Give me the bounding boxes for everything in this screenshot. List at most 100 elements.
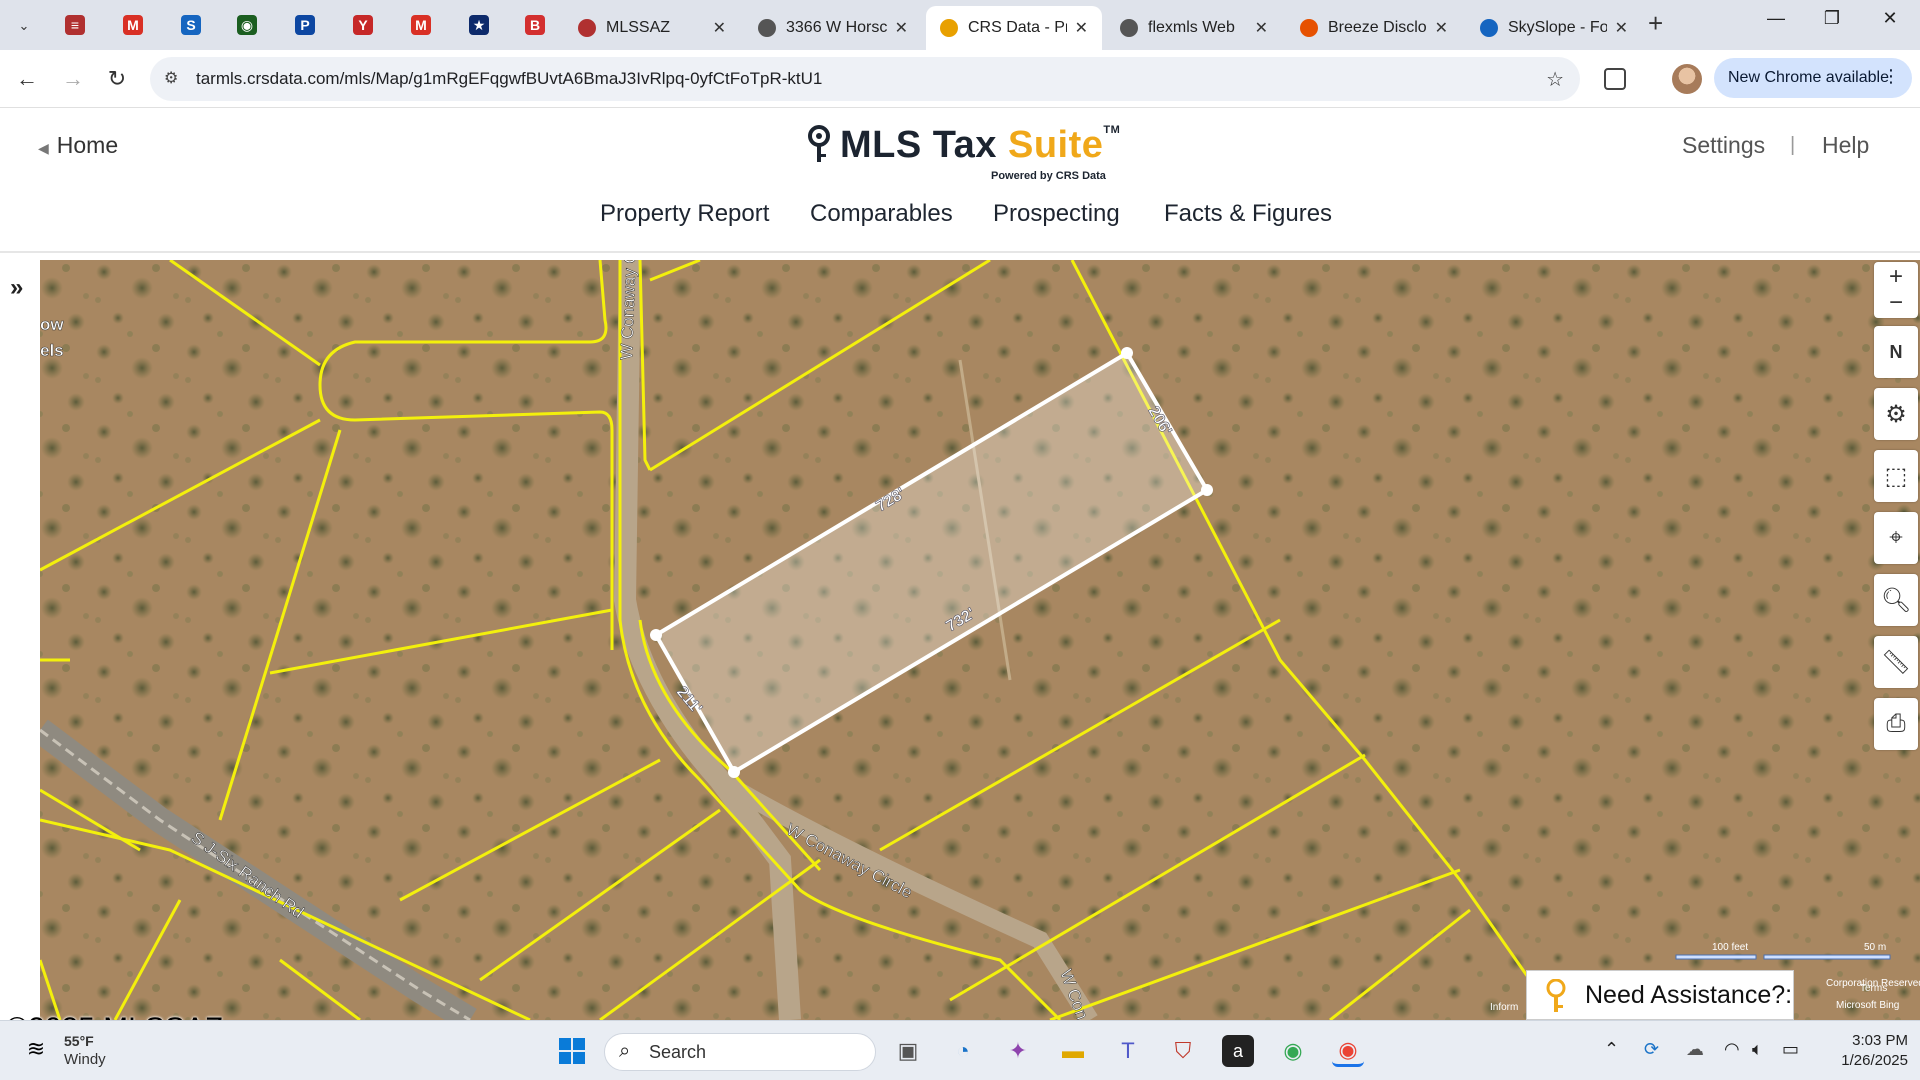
taskbar-search-label: Search: [649, 1041, 707, 1062]
teams-icon[interactable]: T: [1112, 1035, 1144, 1067]
zoom-in-plus-icon[interactable]: +: [1889, 264, 1903, 290]
windows-start-icon[interactable]: [556, 1035, 588, 1067]
tab-close-icon[interactable]: ✕: [895, 18, 908, 38]
volume-icon[interactable]: 🔈︎: [1752, 1039, 1763, 1060]
search-icon: ⌕: [619, 1040, 631, 1062]
zoom-control: + −: [1874, 262, 1918, 318]
pinned-tab[interactable]: ≡: [50, 0, 100, 50]
locate-crosshair-icon[interactable]: ⌖: [1874, 512, 1918, 564]
mls-favicon-icon: ≡: [65, 15, 85, 35]
onedrive-cloud-icon[interactable]: ☁: [1686, 1039, 1704, 1060]
browser-tab[interactable]: MLSSAZ ✕: [564, 6, 740, 50]
logo-main-text: MLS Tax: [840, 124, 1008, 166]
browser-tab[interactable]: Breeze Disclo ✕: [1286, 6, 1462, 50]
draw-polygon-icon[interactable]: ⬚: [1874, 450, 1918, 502]
settings-link[interactable]: Settings: [1682, 132, 1765, 159]
zoom-out-minus-icon[interactable]: −: [1889, 290, 1903, 316]
file-explorer-icon[interactable]: ▬: [1057, 1035, 1089, 1067]
sidebar-toggle[interactable]: »: [0, 260, 40, 1020]
map-settings-gear-icon[interactable]: ⚙: [1874, 388, 1918, 440]
tab-search-chevron-icon[interactable]: ⌄: [8, 10, 40, 42]
bookmark-star-icon[interactable]: ☆: [1546, 67, 1564, 92]
amazon-icon[interactable]: a: [1222, 1035, 1254, 1067]
new-chrome-label: New Chrome available: [1728, 69, 1889, 86]
nav-facts-figures[interactable]: Facts & Figures: [1164, 200, 1332, 228]
measure-ruler-icon[interactable]: 📏︎: [1874, 636, 1918, 688]
help-link[interactable]: Help: [1822, 132, 1869, 159]
taskbar-clock[interactable]: 3:03 PM 1/26/2025: [1826, 1031, 1908, 1071]
pinned-tab[interactable]: M: [108, 0, 158, 50]
tab-close-icon[interactable]: ✕: [1615, 18, 1628, 38]
logo-powered-by: Powered by CRS Data: [991, 170, 1106, 182]
browser-tab[interactable]: CRS Data - Pr ✕: [926, 6, 1102, 50]
caret-left-icon: ◀: [38, 140, 49, 156]
pinned-tab[interactable]: B: [510, 0, 560, 50]
scale-meters: 50 m: [1864, 942, 1886, 953]
profile-avatar[interactable]: [1672, 64, 1702, 94]
pinned-tab[interactable]: ★: [454, 0, 504, 50]
window-close-icon[interactable]: ✕: [1870, 8, 1910, 29]
new-tab-plus-icon[interactable]: +: [1648, 8, 1663, 39]
minimize-icon[interactable]: —: [1756, 8, 1796, 29]
taskbar-search-box[interactable]: ⌕ Search: [604, 1033, 876, 1071]
tab-close-icon[interactable]: ✕: [1255, 18, 1268, 38]
pinned-tab[interactable]: Y: [338, 0, 388, 50]
parcel-vertex: [1201, 484, 1213, 496]
map-edge-label-1: ow: [40, 315, 64, 334]
need-assistance-button[interactable]: Need Assistance?:: [1526, 970, 1794, 1020]
wifi-icon[interactable]: ◠: [1724, 1039, 1740, 1060]
nav-prospecting[interactable]: Prospecting: [993, 200, 1120, 228]
windows-taskbar: ≋ 55°F Windy ⌕ Search ▣ ◔ ✦ ▬ T ⛉ a ◉ ◉ …: [0, 1020, 1920, 1080]
browser-tab[interactable]: flexmls Web ✕: [1106, 6, 1282, 50]
pinned-tab[interactable]: S: [166, 0, 216, 50]
browser-tab[interactable]: SkySlope - Fo ✕: [1466, 6, 1642, 50]
extensions-puzzle-icon[interactable]: [1604, 68, 1626, 90]
tab-close-icon[interactable]: ✕: [1075, 18, 1088, 38]
task-view-icon[interactable]: ▣: [892, 1035, 924, 1067]
tab-favicon-icon: [1120, 19, 1138, 37]
pinned-tab[interactable]: M: [396, 0, 446, 50]
forward-arrow-icon[interactable]: →: [56, 62, 90, 96]
logo-tm: TM: [1103, 124, 1121, 136]
attribution-credit: Microsoft Bing: [1836, 1000, 1899, 1011]
nav-property-report[interactable]: Property Report: [600, 200, 769, 228]
chrome-active-icon[interactable]: ◉: [1332, 1035, 1364, 1067]
tab-close-icon[interactable]: ✕: [713, 18, 726, 38]
parcel-vertex: [650, 629, 662, 641]
map-edge-label-2: els: [40, 341, 64, 360]
address-bar[interactable]: ⚙ tarmls.crsdata.com/mls/Map/g1mRgEFqgwf…: [150, 57, 1580, 101]
new-chrome-available-button[interactable]: New Chrome available ⋮: [1714, 58, 1912, 98]
need-assistance-label: Need Assistance?:: [1585, 980, 1793, 1009]
nav-comparables[interactable]: Comparables: [810, 200, 953, 228]
map-viewport[interactable]: » 728' 206' 732' 211' W Conaway C W Cona…: [0, 260, 1920, 1020]
pinned-tab[interactable]: P: [280, 0, 330, 50]
print-icon[interactable]: ⎙: [1874, 698, 1918, 750]
weather-wind-icon[interactable]: ≋: [20, 1033, 52, 1065]
tray-chevron-up-icon[interactable]: ⌃: [1604, 1039, 1619, 1060]
mcafee-shield-icon[interactable]: ⛉: [1167, 1035, 1199, 1067]
tab-title: 3366 W Horsc: [786, 19, 887, 36]
back-arrow-icon[interactable]: ←: [10, 62, 44, 96]
compass-north-icon[interactable]: N: [1874, 326, 1918, 378]
gmail-icon: M: [411, 15, 431, 35]
copilot-icon[interactable]: ✦: [1002, 1035, 1034, 1067]
scale-feet: 100 feet: [1712, 942, 1748, 953]
restore-icon[interactable]: ❐: [1812, 8, 1852, 29]
tab-close-icon[interactable]: ✕: [1435, 18, 1448, 38]
browser-tab[interactable]: 3366 W Horsc ✕: [744, 6, 922, 50]
edge-browser-icon[interactable]: ◔: [947, 1035, 979, 1067]
pinned-tab[interactable]: ◉: [222, 0, 272, 50]
gmail-icon: M: [123, 15, 143, 35]
map-search-icon[interactable]: 🔍︎: [1874, 574, 1918, 626]
chrome-icon[interactable]: ◉: [1277, 1035, 1309, 1067]
aerial-map[interactable]: 728' 206' 732' 211' W Conaway C W Conawa…: [40, 260, 1920, 1020]
chrome-menu-dots-icon[interactable]: ⋮: [1882, 66, 1900, 87]
sync-icon[interactable]: ⟳: [1644, 1039, 1659, 1060]
reload-icon[interactable]: ↻: [100, 62, 134, 96]
tab-title: CRS Data - Pr: [968, 19, 1067, 36]
battery-icon[interactable]: ▭: [1782, 1039, 1799, 1060]
site-info-tune-icon[interactable]: ⚙: [164, 68, 178, 88]
logo-suite-text: Suite: [1008, 124, 1104, 166]
home-link[interactable]: ◀ Home: [38, 132, 118, 159]
tab-favicon-icon: [940, 19, 958, 37]
